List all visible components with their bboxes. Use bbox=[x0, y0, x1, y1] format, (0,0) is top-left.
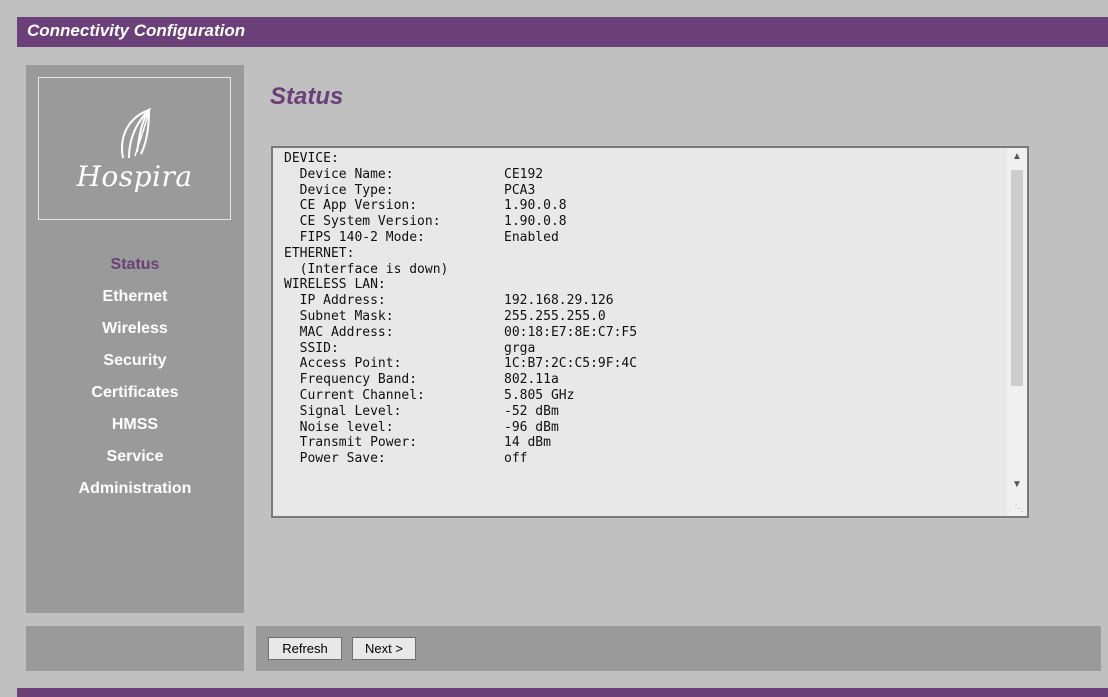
resize-grip-icon[interactable]: ⋱ bbox=[1013, 502, 1025, 514]
status-line: Frequency Band: 802.11a bbox=[284, 372, 1004, 388]
status-textarea[interactable]: DEVICE: Device Name: CE192 Device Type: PC… bbox=[271, 146, 1029, 518]
status-line-key: Power Save: bbox=[284, 451, 386, 467]
status-line-value: 00:18:E7:8E:C7:F5 bbox=[504, 324, 638, 340]
status-line-key: Frequency Band: bbox=[284, 372, 418, 388]
status-line-value: Enabled bbox=[504, 229, 559, 245]
status-line-key: SSID: bbox=[284, 340, 339, 356]
status-line-key: CE System Version: bbox=[284, 214, 441, 230]
status-line-key: MAC Address: bbox=[284, 324, 394, 340]
vertical-scrollbar[interactable]: ▲ ▼ bbox=[1007, 148, 1027, 516]
sidebar-item-status[interactable]: Status bbox=[26, 253, 244, 285]
status-line: ETHERNET: bbox=[284, 246, 1004, 262]
status-line: Access Point: 1C:B7:2C:C5:9F:4C bbox=[284, 356, 1004, 372]
status-line: Device Type: PCA3 bbox=[284, 183, 1004, 199]
app-title: Connectivity Configuration bbox=[27, 21, 246, 40]
status-line-key: Current Channel: bbox=[284, 387, 425, 403]
status-line-key: Noise level: bbox=[284, 419, 394, 435]
status-line: CE App Version: 1.90.0.8 bbox=[284, 198, 1004, 214]
hospira-leaf-logo-icon bbox=[121, 108, 152, 159]
status-line-key: CE App Version: bbox=[284, 198, 418, 214]
status-line-key: Subnet Mask: bbox=[284, 308, 394, 324]
status-line: Signal Level: -52 dBm bbox=[284, 404, 1004, 420]
scrollbar-thumb[interactable] bbox=[1011, 170, 1023, 386]
status-line-key: IP Address: bbox=[284, 293, 386, 309]
sidebar-item-hmss[interactable]: HMSS bbox=[26, 413, 244, 445]
status-line: MAC Address: 00:18:E7:8E:C7:F5 bbox=[284, 325, 1004, 341]
scroll-up-arrow-icon[interactable]: ▲ bbox=[1007, 148, 1027, 166]
status-line-key: (Interface is down) bbox=[284, 261, 449, 277]
status-line-key: FIPS 140-2 Mode: bbox=[284, 229, 425, 245]
status-line-value: 192.168.29.126 bbox=[504, 293, 614, 309]
status-line: Current Channel: 5.805 GHz bbox=[284, 388, 1004, 404]
status-line: IP Address: 192.168.29.126 bbox=[284, 293, 1004, 309]
status-line-value: 1.90.0.8 bbox=[504, 198, 567, 214]
page: Connectivity Configuration Hospira Statu… bbox=[0, 0, 1108, 697]
status-line: Noise level: -96 dBm bbox=[284, 420, 1004, 436]
status-line: Transmit Power: 14 dBm bbox=[284, 435, 1004, 451]
status-line: Power Save: off bbox=[284, 451, 1004, 467]
status-line-value: CE192 bbox=[504, 166, 544, 182]
status-line-value: 1.90.0.8 bbox=[504, 214, 567, 230]
status-line: DEVICE: bbox=[284, 151, 1004, 167]
status-line: (Interface is down) bbox=[284, 262, 1004, 278]
sidebar-nav: Status Ethernet Wireless Security Certif… bbox=[26, 253, 244, 509]
refresh-button[interactable]: Refresh bbox=[268, 637, 342, 660]
sidebar-item-certificates[interactable]: Certificates bbox=[26, 381, 244, 413]
title-bar: Connectivity Configuration bbox=[17, 17, 1108, 47]
status-line: SSID: grga bbox=[284, 341, 1004, 357]
status-line-value: off bbox=[504, 451, 528, 467]
scroll-down-arrow-icon[interactable]: ▼ bbox=[1007, 476, 1027, 494]
status-line: Subnet Mask: 255.255.255.0 bbox=[284, 309, 1004, 325]
sidebar-item-wireless[interactable]: Wireless bbox=[26, 317, 244, 349]
sidebar-item-ethernet[interactable]: Ethernet bbox=[26, 285, 244, 317]
status-line-value: -52 dBm bbox=[504, 403, 559, 419]
next-button[interactable]: Next > bbox=[352, 637, 416, 660]
status-line-value: PCA3 bbox=[504, 182, 536, 198]
status-line-value: 5.805 GHz bbox=[504, 387, 575, 403]
status-line-value: 802.11a bbox=[504, 372, 559, 388]
status-line-key: Signal Level: bbox=[284, 403, 402, 419]
status-line-value: 255.255.255.0 bbox=[504, 308, 606, 324]
sidebar-item-administration[interactable]: Administration bbox=[26, 477, 244, 509]
sidebar-item-service[interactable]: Service bbox=[26, 445, 244, 477]
status-line-value: 14 dBm bbox=[504, 435, 551, 451]
status-line-key: DEVICE: bbox=[284, 151, 339, 166]
page-title: Status bbox=[270, 83, 344, 110]
status-line: CE System Version: 1.90.0.8 bbox=[284, 214, 1004, 230]
status-line: Device Name: CE192 bbox=[284, 167, 1004, 183]
bottom-bar bbox=[17, 688, 1108, 697]
footer-button-bar: Refresh Next > bbox=[256, 626, 1101, 671]
footer-left-panel bbox=[26, 626, 244, 671]
status-line: FIPS 140-2 Mode: Enabled bbox=[284, 230, 1004, 246]
status-line-key: Transmit Power: bbox=[284, 435, 418, 451]
sidebar: Hospira Status Ethernet Wireless Securit… bbox=[26, 65, 244, 613]
status-line-value: -96 dBm bbox=[504, 419, 559, 435]
brand-name: Hospira bbox=[76, 160, 193, 193]
status-line: WIRELESS LAN: bbox=[284, 277, 1004, 293]
sidebar-item-security[interactable]: Security bbox=[26, 349, 244, 381]
status-line-value: 1C:B7:2C:C5:9F:4C bbox=[504, 356, 638, 372]
status-line-key: Device Name: bbox=[284, 166, 394, 182]
logo: Hospira bbox=[38, 77, 231, 220]
status-line-key: Access Point: bbox=[284, 356, 402, 372]
status-line-value: grga bbox=[504, 340, 536, 356]
status-line-key: Device Type: bbox=[284, 182, 394, 198]
status-line-key: WIRELESS LAN: bbox=[284, 277, 386, 293]
status-line-key: ETHERNET: bbox=[284, 245, 355, 261]
status-text-content: DEVICE: Device Name: CE192 Device Type: PC… bbox=[284, 151, 1004, 516]
